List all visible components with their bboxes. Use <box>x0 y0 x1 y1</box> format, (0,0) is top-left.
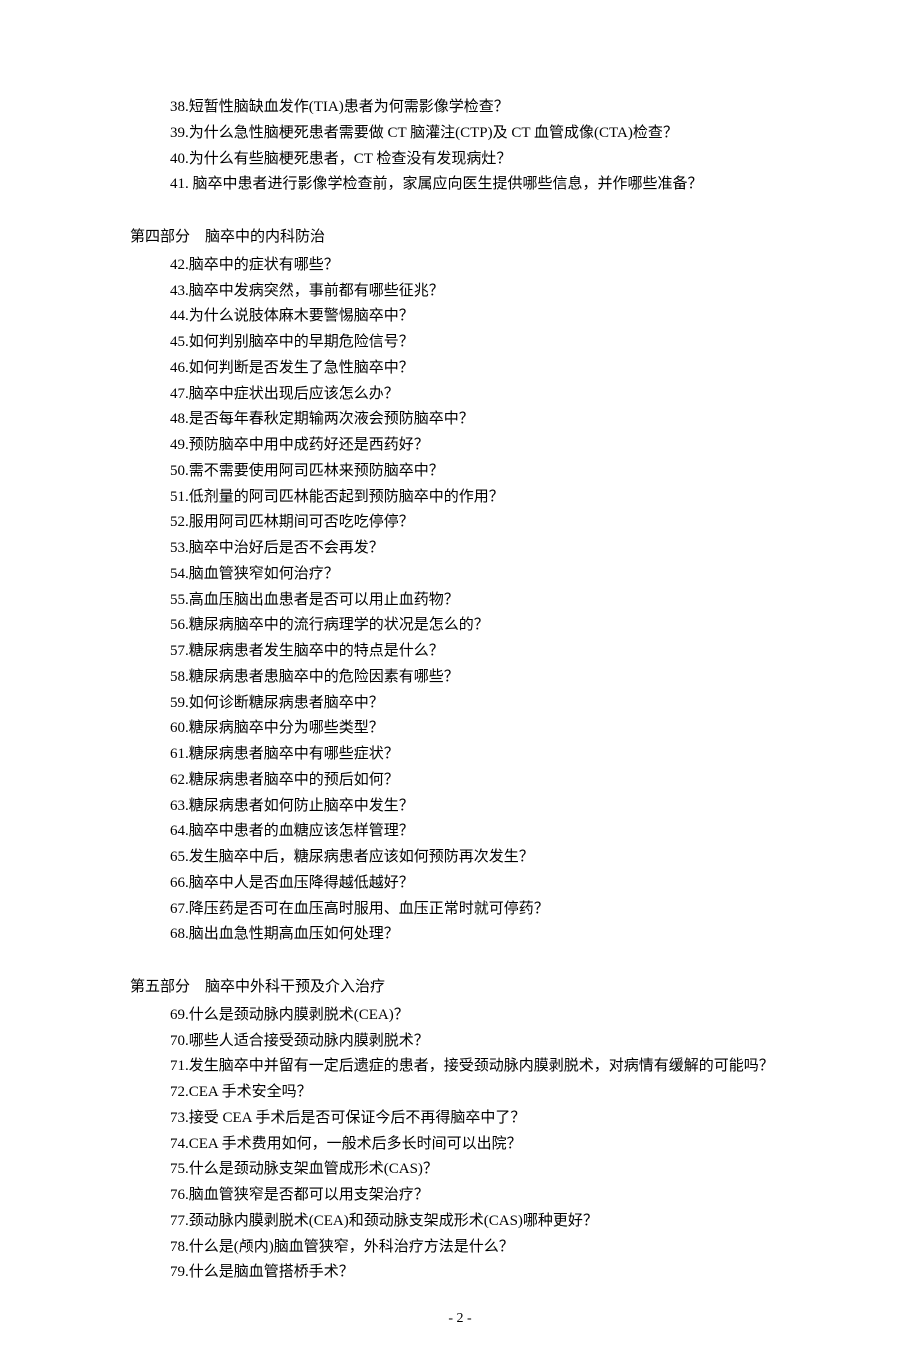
question-item: 73.接受 CEA 手术后是否可保证今后不再得脑卒中了？ <box>130 1106 790 1131</box>
question-item: 42.脑卒中的症状有哪些？ <box>130 253 790 278</box>
question-item: 70.哪些人适合接受颈动脉内膜剥脱术？ <box>130 1029 790 1054</box>
question-item: 71.发生脑卒中并留有一定后遗症的患者，接受颈动脉内膜剥脱术，对病情有缓解的可能… <box>130 1054 790 1079</box>
question-item: 61.糖尿病患者脑卒中有哪些症状？ <box>130 742 790 767</box>
question-item: 39.为什么急性脑梗死患者需要做 CT 脑灌注(CTP)及 CT 血管成像(CT… <box>130 121 790 146</box>
question-item: 62.糖尿病患者脑卒中的预后如何？ <box>130 768 790 793</box>
question-item: 64.脑卒中患者的血糖应该怎样管理？ <box>130 819 790 844</box>
question-item: 77.颈动脉内膜剥脱术(CEA)和颈动脉支架成形术(CAS)哪种更好？ <box>130 1209 790 1234</box>
question-item: 74.CEA 手术费用如何，一般术后多长时间可以出院？ <box>130 1132 790 1157</box>
question-item: 51.低剂量的阿司匹林能否起到预防脑卒中的作用？ <box>130 485 790 510</box>
question-item: 50.需不需要使用阿司匹林来预防脑卒中？ <box>130 459 790 484</box>
question-item: 54.脑血管狭窄如何治疗？ <box>130 562 790 587</box>
question-item: 66.脑卒中人是否血压降得越低越好？ <box>130 871 790 896</box>
question-item: 43.脑卒中发病突然，事前都有哪些征兆？ <box>130 279 790 304</box>
question-item: 63.糖尿病患者如何防止脑卒中发生？ <box>130 794 790 819</box>
question-item: 79.什么是脑血管搭桥手术？ <box>130 1260 790 1285</box>
question-item: 40.为什么有些脑梗死患者，CT 检查没有发现病灶？ <box>130 147 790 172</box>
question-item: 69.什么是颈动脉内膜剥脱术(CEA)？ <box>130 1003 790 1028</box>
question-item: 44.为什么说肢体麻木要警惕脑卒中？ <box>130 304 790 329</box>
question-item: 49.预防脑卒中用中成药好还是西药好？ <box>130 433 790 458</box>
question-item: 76.脑血管狭窄是否都可以用支架治疗？ <box>130 1183 790 1208</box>
question-item: 38.短暂性脑缺血发作(TIA)患者为何需影像学检查？ <box>130 95 790 120</box>
section-4-questions: 42.脑卒中的症状有哪些？ 43.脑卒中发病突然，事前都有哪些征兆？ 44.为什… <box>130 253 790 947</box>
section-5-questions: 69.什么是颈动脉内膜剥脱术(CEA)？ 70.哪些人适合接受颈动脉内膜剥脱术？… <box>130 1003 790 1285</box>
section-4-header: 第四部分 脑卒中的内科防治 <box>130 225 790 250</box>
question-item: 56.糖尿病脑卒中的流行病理学的状况是怎么的？ <box>130 613 790 638</box>
question-item: 48.是否每年春秋定期输两次液会预防脑卒中？ <box>130 407 790 432</box>
question-item: 47.脑卒中症状出现后应该怎么办？ <box>130 382 790 407</box>
question-item: 67.降压药是否可在血压高时服用、血压正常时就可停药？ <box>130 897 790 922</box>
question-item: 53.脑卒中治好后是否不会再发？ <box>130 536 790 561</box>
top-questions-group: 38.短暂性脑缺血发作(TIA)患者为何需影像学检查？ 39.为什么急性脑梗死患… <box>130 95 790 197</box>
question-item: 41. 脑卒中患者进行影像学检查前，家属应向医生提供哪些信息，并作哪些准备？ <box>130 172 790 197</box>
question-item: 72.CEA 手术安全吗？ <box>130 1080 790 1105</box>
page-number: - 2 - <box>130 1307 790 1330</box>
question-item: 68.脑出血急性期高血压如何处理？ <box>130 922 790 947</box>
question-item: 65.发生脑卒中后，糖尿病患者应该如何预防再次发生？ <box>130 845 790 870</box>
question-item: 46.如何判断是否发生了急性脑卒中？ <box>130 356 790 381</box>
question-item: 58.糖尿病患者患脑卒中的危险因素有哪些？ <box>130 665 790 690</box>
question-item: 45.如何判别脑卒中的早期危险信号？ <box>130 330 790 355</box>
question-item: 59.如何诊断糖尿病患者脑卒中？ <box>130 691 790 716</box>
question-item: 57.糖尿病患者发生脑卒中的特点是什么？ <box>130 639 790 664</box>
question-item: 75.什么是颈动脉支架血管成形术(CAS)？ <box>130 1157 790 1182</box>
question-item: 55.高血压脑出血患者是否可以用止血药物？ <box>130 588 790 613</box>
question-item: 60.糖尿病脑卒中分为哪些类型？ <box>130 716 790 741</box>
question-item: 78.什么是(颅内)脑血管狭窄，外科治疗方法是什么？ <box>130 1235 790 1260</box>
section-5-header: 第五部分 脑卒中外科干预及介入治疗 <box>130 975 790 1000</box>
question-item: 52.服用阿司匹林期间可否吃吃停停？ <box>130 510 790 535</box>
